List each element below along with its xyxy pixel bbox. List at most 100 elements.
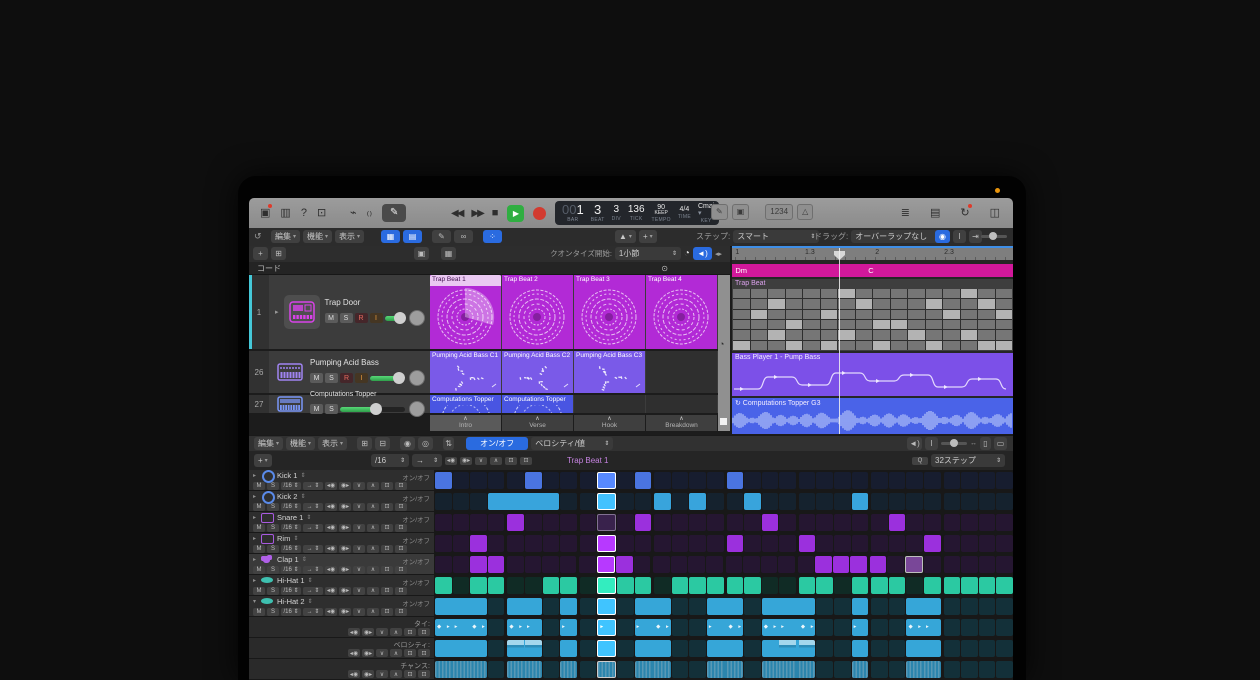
step-cell[interactable] bbox=[470, 661, 487, 678]
drum-grid-cell[interactable] bbox=[961, 289, 978, 298]
step-cell[interactable] bbox=[996, 661, 1013, 678]
step-cell[interactable] bbox=[799, 640, 816, 657]
record-enable-button[interactable]: R bbox=[340, 373, 353, 383]
volume-thumb[interactable] bbox=[370, 403, 382, 415]
step-cell[interactable] bbox=[744, 577, 761, 594]
down-icon[interactable]: ∨ bbox=[353, 482, 365, 490]
step-cell[interactable]: ▸ bbox=[779, 619, 796, 636]
row-rotate-select[interactable]: → ⇕ bbox=[303, 503, 323, 511]
drum-grid-cell[interactable] bbox=[873, 341, 890, 350]
octave-down-icon[interactable]: ∨ bbox=[475, 457, 487, 465]
drum-grid-cell[interactable] bbox=[768, 310, 785, 319]
step-cell[interactable] bbox=[996, 493, 1013, 510]
step-cell[interactable] bbox=[816, 472, 833, 489]
step-cell[interactable] bbox=[617, 514, 634, 531]
step-cell[interactable] bbox=[871, 640, 888, 657]
step-cell[interactable] bbox=[944, 661, 961, 678]
step-cell[interactable] bbox=[672, 535, 689, 552]
drum-grid-cell[interactable] bbox=[856, 341, 873, 350]
step-cell[interactable] bbox=[762, 493, 779, 510]
step-cell[interactable] bbox=[779, 640, 796, 657]
erase-icon[interactable]: ⊡ bbox=[395, 587, 407, 595]
step-cell[interactable] bbox=[799, 472, 816, 489]
nudge-right-icon[interactable]: ◉▸ bbox=[339, 545, 351, 553]
drum-grid-cell[interactable] bbox=[856, 289, 873, 298]
drum-grid-cell[interactable] bbox=[821, 310, 838, 319]
pattern-paste-icon[interactable]: ⊟ bbox=[375, 437, 390, 450]
nudge-right-icon[interactable]: ◉▸ bbox=[339, 587, 351, 595]
row-rate-select[interactable]: /16 ⇕ bbox=[281, 524, 301, 532]
step-cell[interactable] bbox=[944, 556, 961, 573]
nudge-left-icon[interactable]: ◂◉ bbox=[348, 670, 360, 678]
drum-grid-cell[interactable] bbox=[926, 299, 943, 308]
volume-slider[interactable] bbox=[370, 376, 405, 381]
step-cell[interactable] bbox=[707, 472, 724, 489]
cell-audition-button[interactable]: ◄) bbox=[693, 247, 712, 260]
row-header-snare-1[interactable]: ▸Snare 1 ⇕オン/オフMS/16 ⇕→ ⇕◂◉◉▸∨∧⊡⊡ bbox=[249, 512, 434, 532]
down-icon[interactable]: ∨ bbox=[353, 503, 365, 511]
drum-grid-cell[interactable] bbox=[873, 320, 890, 329]
subrow-header[interactable]: チャンス:◂◉◉▸∨∧⊡⊡ bbox=[249, 659, 434, 679]
volume-slider[interactable] bbox=[340, 407, 405, 412]
nudge-right-icon[interactable]: ◉▸ bbox=[339, 482, 351, 490]
loop-cell[interactable]: Computations Topper bbox=[430, 395, 501, 413]
step-cell[interactable] bbox=[852, 577, 869, 594]
step-cell[interactable] bbox=[762, 577, 779, 594]
step-cell[interactable] bbox=[889, 577, 906, 594]
solo-button[interactable]: S bbox=[340, 313, 353, 323]
down-icon[interactable]: ∨ bbox=[353, 545, 365, 553]
erase-icon[interactable]: ⊡ bbox=[395, 503, 407, 511]
step-cell[interactable] bbox=[470, 577, 487, 594]
step-cell[interactable] bbox=[525, 514, 542, 531]
step-cell[interactable] bbox=[617, 493, 634, 510]
step-cell[interactable] bbox=[617, 661, 634, 678]
drum-grid-cell[interactable] bbox=[943, 310, 960, 319]
step-cell[interactable] bbox=[707, 535, 724, 552]
step-cell[interactable] bbox=[507, 493, 524, 510]
step-cell[interactable] bbox=[635, 598, 652, 615]
step-cell[interactable] bbox=[996, 640, 1013, 657]
step-cell[interactable] bbox=[744, 598, 761, 615]
row-mute-button[interactable]: M bbox=[253, 587, 265, 595]
step-cell[interactable] bbox=[816, 619, 833, 636]
step-cell[interactable] bbox=[744, 661, 761, 678]
step-cell[interactable] bbox=[816, 514, 833, 531]
step-cell[interactable] bbox=[871, 493, 888, 510]
down-icon[interactable]: ∨ bbox=[376, 628, 388, 636]
nudge-right-icon[interactable]: ◉▸ bbox=[339, 524, 351, 532]
loop-cell[interactable]: Pumping Acid Bass C3 bbox=[574, 351, 645, 393]
step-cell[interactable] bbox=[799, 514, 816, 531]
drum-grid-cell[interactable] bbox=[943, 320, 960, 329]
step-cell[interactable] bbox=[889, 493, 906, 510]
step-cell[interactable] bbox=[906, 472, 923, 489]
step-cell[interactable] bbox=[852, 472, 869, 489]
step-cell[interactable] bbox=[762, 598, 779, 615]
step-cell[interactable] bbox=[654, 598, 671, 615]
disclosure-icon[interactable]: ▸ bbox=[253, 472, 258, 479]
catch-playhead-icon[interactable]: ◉ bbox=[935, 230, 950, 243]
step-cell[interactable] bbox=[597, 472, 616, 489]
volume-thumb[interactable] bbox=[393, 372, 405, 384]
drum-grid-cell[interactable] bbox=[786, 320, 803, 329]
step-cell[interactable] bbox=[580, 661, 597, 678]
drum-grid-cell[interactable] bbox=[996, 320, 1013, 329]
step-cell[interactable] bbox=[617, 619, 634, 636]
drum-grid-cell[interactable] bbox=[838, 320, 855, 329]
drum-grid-cell[interactable] bbox=[961, 310, 978, 319]
fill-icon[interactable]: ⊡ bbox=[381, 587, 393, 595]
step-cell[interactable] bbox=[799, 598, 816, 615]
undo-icon[interactable]: ↺ bbox=[254, 231, 262, 242]
drum-grid-cell[interactable] bbox=[733, 299, 750, 308]
edit-mode-select[interactable]: ベロシティ/値⇕ bbox=[531, 437, 613, 450]
step-cell[interactable] bbox=[453, 535, 470, 552]
step-cell[interactable] bbox=[635, 514, 652, 531]
step-cell[interactable] bbox=[435, 514, 452, 531]
step-cell[interactable] bbox=[889, 640, 906, 657]
step-cell[interactable] bbox=[488, 535, 505, 552]
step-cell[interactable] bbox=[762, 472, 779, 489]
seq-view-menu[interactable]: 表示▾ bbox=[318, 437, 347, 450]
drum-grid-cell[interactable] bbox=[821, 299, 838, 308]
nudge-left-icon[interactable]: ◂◉ bbox=[325, 608, 337, 616]
step-cell[interactable] bbox=[944, 535, 961, 552]
step-cell[interactable] bbox=[525, 661, 542, 678]
